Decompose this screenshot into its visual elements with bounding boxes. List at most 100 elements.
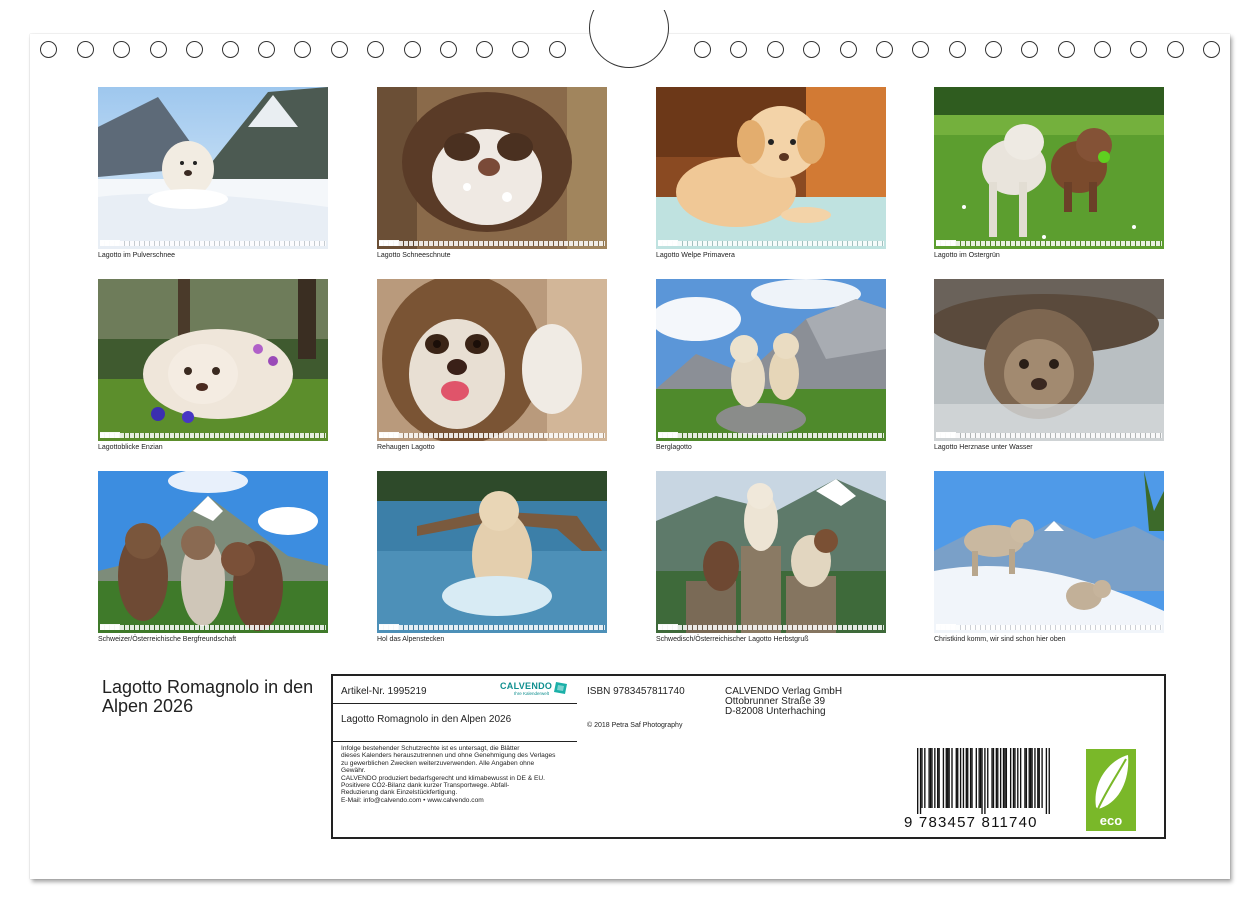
barcode-bar	[984, 748, 986, 814]
barcode-bar	[999, 748, 1002, 808]
divider	[333, 741, 577, 742]
calendar-date-strip	[379, 240, 605, 246]
barcode-bar	[997, 748, 999, 808]
article-number: Artikel-Nr. 1995219	[341, 686, 427, 697]
barcode-bar	[979, 748, 982, 808]
barcode-bar	[1031, 748, 1033, 808]
calvendo-logo: CALVENDO	[500, 681, 553, 691]
barcode-number: 9 783457 811740	[904, 814, 1038, 831]
binding-hole	[694, 41, 711, 58]
month-photo-juni	[377, 279, 607, 441]
binding-hole	[150, 41, 167, 58]
calendar-date-strip	[936, 432, 1162, 438]
month-cell-august: Lagotto Herznase unter Wasser	[934, 279, 1164, 451]
barcode-bar	[924, 748, 926, 808]
month-caption: Schweizer/Österreichische Bergfreundscha…	[98, 636, 237, 643]
barcode-bar	[1017, 748, 1019, 808]
month-photo-august	[934, 279, 1164, 441]
hanger-cutout	[589, 10, 669, 68]
legal-line: dieses Kalenders herauszutrennen und ohn…	[341, 752, 556, 760]
barcode-bar	[1025, 748, 1028, 808]
barcode-bar	[995, 748, 998, 808]
calendar-date-strip	[100, 240, 326, 246]
month-cell-september: Schweizer/Österreichische Bergfreundscha…	[98, 471, 328, 643]
month-photo-dezember	[934, 471, 1164, 633]
binding-hole	[222, 41, 239, 58]
binding-hole	[404, 41, 421, 58]
barcode-bar	[962, 748, 965, 808]
binding-hole	[1203, 41, 1220, 58]
binding-hole	[40, 41, 57, 58]
binding-hole	[1130, 41, 1147, 58]
binding-hole	[767, 41, 784, 58]
barcode-bar	[1002, 748, 1005, 808]
binding-hole	[840, 41, 857, 58]
binding-hole	[1058, 41, 1075, 58]
box-title: Lagotto Romagnolo in den Alpen 2026	[341, 714, 512, 725]
barcode-bar	[917, 748, 919, 814]
barcode-bar	[1019, 748, 1022, 808]
legal-line: Reduzierung dank Einzelstückfertigung.	[341, 789, 458, 797]
barcode-bar	[929, 748, 932, 808]
month-cell-mai: Lagottoblicke Enzian	[98, 279, 328, 451]
isbn: ISBN 9783457811740	[587, 686, 685, 697]
binding-hole	[730, 41, 747, 58]
binding-hole	[876, 41, 893, 58]
month-caption: Lagottoblicke Enzian	[98, 444, 163, 451]
calendar-date-strip	[936, 240, 1162, 246]
legal-line: Positivere CO2-Bilanz dank kurzer Transp…	[341, 782, 510, 790]
legal-line: zu gewerblichen Zwecken weiterzuverwende…	[341, 759, 535, 767]
binding-hole	[803, 41, 820, 58]
binding-hole	[186, 41, 203, 58]
barcode-bar	[991, 748, 993, 808]
binding-hole	[476, 41, 493, 58]
calendar-date-strip	[658, 240, 884, 246]
month-cell-januar: Lagotto im Pulverschnee	[98, 87, 328, 259]
barcode-bar	[1005, 748, 1008, 808]
barcode-bar	[967, 748, 969, 808]
binding-hole	[258, 41, 275, 58]
barcode-bar	[931, 748, 933, 808]
divider	[333, 703, 577, 704]
calvendo-logo-icon	[554, 682, 567, 694]
calendar-date-strip	[658, 432, 884, 438]
legal-line: Gewähr.	[341, 767, 366, 775]
binding-hole	[440, 41, 457, 58]
month-cell-oktober: Hol das Alpenstecken	[377, 471, 607, 643]
barcode-bar	[1029, 748, 1032, 808]
month-cell-juni: Rehaugen Lagotto	[377, 279, 607, 451]
month-caption: Lagotto Welpe Primavera	[656, 252, 735, 259]
barcode-bar	[938, 748, 940, 808]
barcode-bar	[942, 748, 945, 808]
legal-line: E-Mail: info@calvendo.com • www.calvendo…	[341, 796, 484, 804]
binding-hole	[949, 41, 966, 58]
binding-hole	[512, 41, 529, 58]
barcode-bar	[987, 748, 989, 808]
eco-label-icon: eco	[1086, 749, 1136, 831]
barcode-bar	[978, 748, 980, 808]
barcode-bar	[928, 748, 930, 808]
barcode-bar	[951, 748, 953, 808]
month-cell-februar: Lagotto Schneeschnute	[377, 87, 607, 259]
barcode-bar	[934, 748, 936, 808]
month-photo-september	[98, 471, 328, 633]
binding-hole	[985, 41, 1002, 58]
barcode-bar	[1045, 748, 1048, 814]
calendar-date-strip	[379, 432, 605, 438]
barcode-bar	[1004, 748, 1006, 808]
binding-hole	[367, 41, 384, 58]
barcode	[917, 748, 1050, 814]
month-cell-dezember: Christkind komm, wir sind schon hier obe…	[934, 471, 1164, 643]
barcode-bar	[1041, 748, 1043, 808]
legal-notice: Infolge bestehender Schutzrechte ist es …	[341, 745, 577, 804]
barcode-bar	[981, 748, 983, 814]
binding-hole	[1167, 41, 1184, 58]
binding-hole	[1021, 41, 1038, 58]
month-caption: Lagotto im Pulverschnee	[98, 252, 176, 259]
calendar-date-strip	[100, 432, 326, 438]
barcode-bar	[957, 748, 959, 808]
month-photo-maerz	[656, 87, 886, 249]
legal-line: Infolge bestehender Schutzrechte ist es …	[341, 745, 520, 752]
barcode-bar	[945, 748, 947, 808]
month-caption: Berglagotto	[656, 444, 692, 451]
